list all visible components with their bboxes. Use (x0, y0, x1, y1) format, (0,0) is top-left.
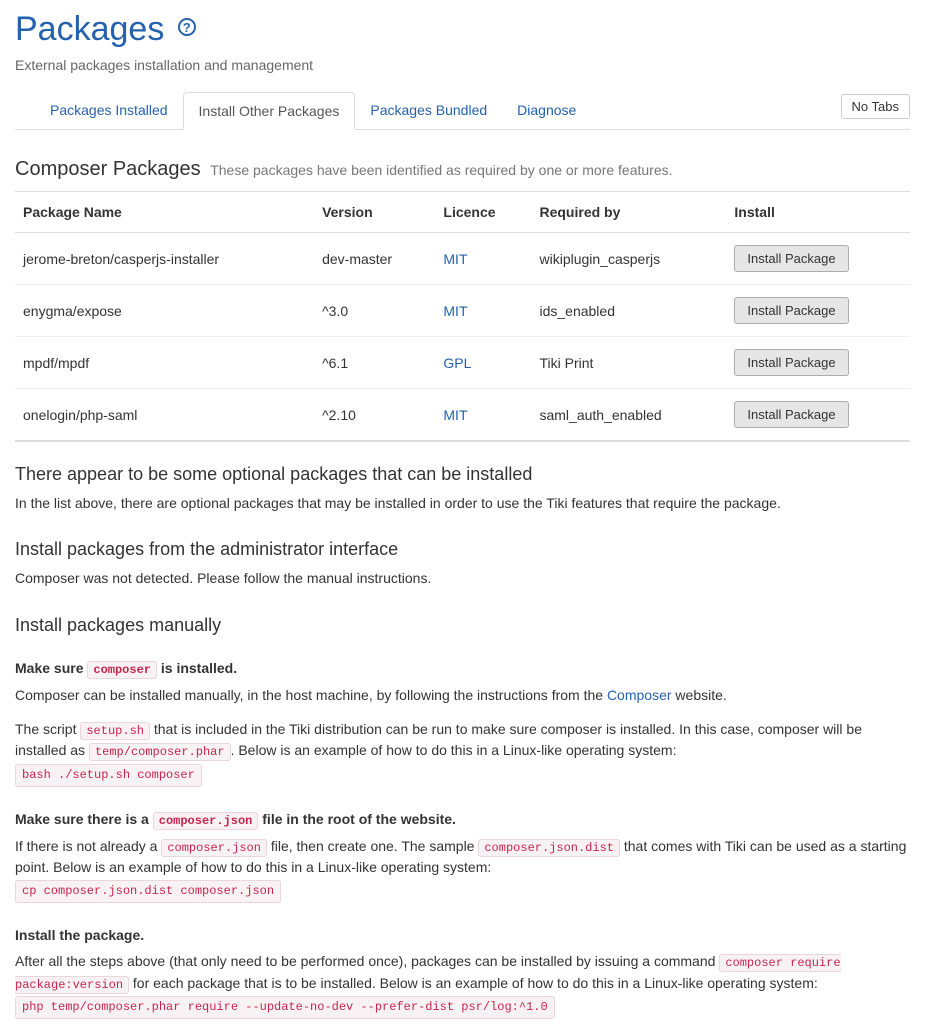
cell-version: ^6.1 (314, 337, 435, 389)
cmd-require: php temp/composer.phar require --update-… (15, 996, 555, 1019)
cell-required-by: ids_enabled (531, 285, 726, 337)
composer-heading-text: Composer Packages (15, 158, 201, 180)
step1-p1: Composer can be installed manually, in t… (15, 685, 910, 705)
tab-packages-bundled[interactable]: Packages Bundled (355, 92, 502, 130)
admin-install-body: Composer was not detected. Please follow… (15, 568, 910, 588)
step2-p: If there is not already a composer.json … (15, 836, 910, 903)
help-icon[interactable]: ? (178, 18, 196, 36)
step1-title: Make sure composer is installed. (15, 660, 910, 677)
packages-table: Package Name Version Licence Required by… (15, 192, 910, 442)
tab-packages-installed[interactable]: Packages Installed (35, 92, 183, 130)
col-package-name: Package Name (15, 192, 314, 233)
manual-heading: Install packages manually (15, 615, 910, 636)
install-package-button[interactable]: Install Package (734, 401, 848, 428)
optional-heading: There appear to be some optional package… (15, 464, 910, 485)
cell-version: ^2.10 (314, 389, 435, 442)
code-composer-json: composer.json (153, 812, 259, 830)
tab-diagnose[interactable]: Diagnose (502, 92, 591, 130)
licence-link[interactable]: GPL (443, 355, 471, 371)
composer-link[interactable]: Composer (607, 687, 672, 703)
cell-required-by: wikiplugin_casperjs (531, 233, 726, 285)
cmd-cp: cp composer.json.dist composer.json (15, 880, 281, 903)
tab-install-other-packages[interactable]: Install Other Packages (183, 92, 356, 130)
cmd-setup: bash ./setup.sh composer (15, 764, 202, 787)
cell-version: ^3.0 (314, 285, 435, 337)
no-tabs-button[interactable]: No Tabs (841, 94, 910, 119)
licence-link[interactable]: MIT (443, 407, 467, 423)
admin-install-heading: Install packages from the administrator … (15, 539, 910, 560)
step1-p2: The script setup.sh that is included in … (15, 719, 910, 787)
page-subtitle: External packages installation and manag… (15, 57, 910, 73)
install-package-button[interactable]: Install Package (734, 297, 848, 324)
cell-version: dev-master (314, 233, 435, 285)
table-row: onelogin/php-saml ^2.10 MIT saml_auth_en… (15, 389, 910, 442)
cell-required-by: saml_auth_enabled (531, 389, 726, 442)
cell-name: enygma/expose (15, 285, 314, 337)
table-row: jerome-breton/casperjs-installer dev-mas… (15, 233, 910, 285)
table-row: enygma/expose ^3.0 MIT ids_enabled Insta… (15, 285, 910, 337)
code-composer-json2: composer.json (161, 839, 267, 857)
step3-p: After all the steps above (that only nee… (15, 951, 910, 1019)
code-composer: composer (87, 661, 157, 679)
cell-name: onelogin/php-saml (15, 389, 314, 442)
install-package-button[interactable]: Install Package (734, 349, 848, 376)
composer-heading: Composer Packages These packages have be… (15, 158, 910, 181)
tabs: Packages Installed Install Other Package… (15, 91, 591, 129)
licence-link[interactable]: MIT (443, 251, 467, 267)
step2-title: Make sure there is a composer.json file … (15, 811, 910, 828)
code-composer-phar: temp/composer.phar (89, 743, 231, 761)
page-title: Packages ? (15, 10, 910, 49)
cell-required-by: Tiki Print (531, 337, 726, 389)
optional-body: In the list above, there are optional pa… (15, 493, 910, 513)
col-licence: Licence (435, 192, 531, 233)
code-setup-sh: setup.sh (80, 722, 150, 740)
install-package-button[interactable]: Install Package (734, 245, 848, 272)
composer-heading-sub: These packages have been identified as r… (210, 162, 672, 178)
cell-name: mpdf/mpdf (15, 337, 314, 389)
tabs-row: Packages Installed Install Other Package… (15, 91, 910, 130)
code-composer-json-dist: composer.json.dist (478, 839, 620, 857)
step3-title: Install the package. (15, 927, 910, 943)
licence-link[interactable]: MIT (443, 303, 467, 319)
col-required-by: Required by (531, 192, 726, 233)
col-install: Install (726, 192, 910, 233)
cell-name: jerome-breton/casperjs-installer (15, 233, 314, 285)
col-version: Version (314, 192, 435, 233)
table-row: mpdf/mpdf ^6.1 GPL Tiki Print Install Pa… (15, 337, 910, 389)
page-title-text: Packages (15, 10, 164, 48)
